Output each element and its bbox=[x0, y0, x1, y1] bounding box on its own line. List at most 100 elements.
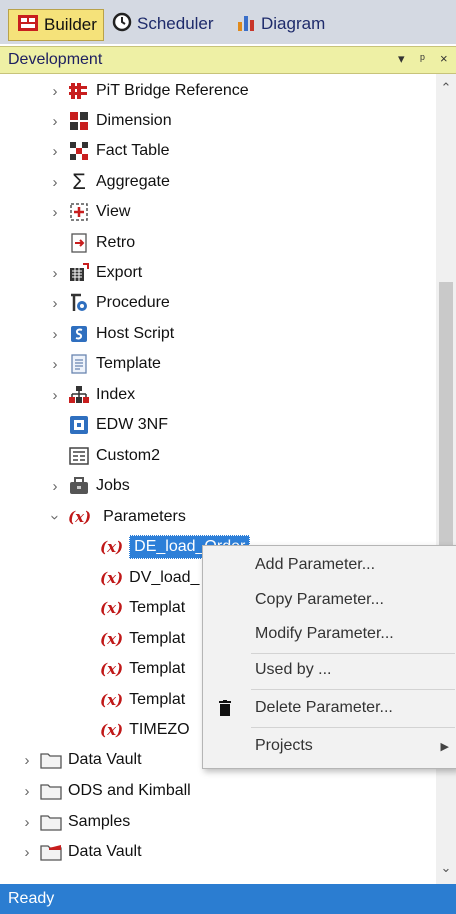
scroll-up-icon[interactable]: ⌃ bbox=[436, 80, 456, 96]
tree-item-pit-bridge[interactable]: › PiT Bridge Reference bbox=[48, 76, 249, 106]
tree-item-label: Index bbox=[96, 386, 136, 403]
status-bar: Ready bbox=[0, 884, 456, 914]
folder-ods-kimball[interactable]: › ODS and Kimball bbox=[20, 776, 191, 806]
expand-arrow-icon[interactable]: › bbox=[48, 265, 62, 282]
pin-icon[interactable]: ᵖ bbox=[420, 51, 425, 66]
tree-item-label: Fact Table bbox=[96, 142, 170, 159]
parameter-item[interactable]: (x) Templat bbox=[100, 624, 185, 654]
tree-item-jobs[interactable]: › Jobs bbox=[48, 471, 130, 501]
parameter-label: Templat bbox=[129, 630, 186, 647]
tree-item-view[interactable]: › View bbox=[48, 197, 130, 227]
menu-separator bbox=[251, 689, 455, 690]
tree-item-edw-3nf[interactable]: EDW 3NF bbox=[62, 410, 168, 440]
menu-projects[interactable]: Projects ▶ bbox=[203, 730, 456, 762]
tree-item-label: Aggregate bbox=[96, 173, 170, 190]
expand-arrow-icon[interactable]: › bbox=[48, 387, 62, 404]
expand-arrow-icon[interactable]: › bbox=[20, 814, 34, 831]
tree-item-label: Dimension bbox=[96, 112, 172, 129]
scroll-down-icon[interactable]: ⌄ bbox=[436, 860, 456, 876]
expand-arrow-icon[interactable]: › bbox=[48, 478, 62, 495]
expand-arrow-icon[interactable]: › bbox=[20, 844, 34, 861]
trash-icon bbox=[219, 700, 231, 721]
parameter-icon: (x) bbox=[100, 538, 124, 556]
expand-arrow-icon[interactable]: › bbox=[48, 83, 62, 100]
folder-data-vault[interactable]: › Data Vault bbox=[20, 745, 142, 775]
parameter-label: Templat bbox=[129, 599, 186, 616]
collapse-arrow-icon[interactable]: › bbox=[47, 510, 64, 524]
menu-item-label: Copy Parameter... bbox=[255, 591, 384, 608]
tree-item-label: View bbox=[96, 203, 131, 220]
parameter-item[interactable]: (x) Templat bbox=[100, 593, 185, 623]
menu-item-label: Delete Parameter... bbox=[255, 699, 393, 716]
tree-item-template[interactable]: › Template bbox=[48, 349, 161, 379]
expand-arrow-icon[interactable]: › bbox=[48, 204, 62, 221]
close-icon[interactable]: × bbox=[440, 51, 448, 66]
tree-item-retro[interactable]: Retro bbox=[62, 228, 135, 258]
tree-item-parameters[interactable]: › (x) Parameters bbox=[47, 502, 186, 532]
panel-header: Development ▾ ᵖ × bbox=[0, 46, 456, 74]
folder-label: Data Vault bbox=[68, 843, 142, 860]
tab-builder[interactable]: Builder bbox=[8, 9, 104, 41]
parameter-item[interactable]: (x) Templat bbox=[100, 654, 185, 684]
menu-used-by[interactable]: Used by ... bbox=[203, 654, 456, 686]
tree-item-index[interactable]: › Index bbox=[48, 380, 135, 410]
tab-diagram[interactable]: Diagram bbox=[236, 9, 325, 39]
folder-data-vault-2[interactable]: › Data Vault bbox=[20, 837, 142, 867]
tree-item-dimension[interactable]: › Dimension bbox=[48, 106, 172, 136]
sigma-icon: Σ bbox=[72, 169, 86, 194]
tree-item-label: Export bbox=[96, 264, 143, 281]
parameter-item[interactable]: (x) TIMEZO bbox=[100, 715, 190, 745]
folder-label: Data Vault bbox=[68, 751, 142, 768]
tree-item-export[interactable]: › Export bbox=[48, 258, 142, 288]
folder-icon bbox=[40, 749, 62, 771]
folder-samples[interactable]: › Samples bbox=[20, 807, 130, 837]
tree-item-aggregate[interactable]: › Σ Aggregate bbox=[48, 167, 170, 197]
builder-icon bbox=[17, 14, 39, 37]
menu-delete-parameter[interactable]: Delete Parameter... bbox=[203, 692, 456, 724]
index-icon bbox=[68, 384, 90, 406]
tree-item-procedure[interactable]: › Procedure bbox=[48, 288, 170, 318]
parameter-label: Templat bbox=[129, 691, 186, 708]
folder-icon bbox=[40, 780, 62, 802]
parameter-label: DV_load_ bbox=[129, 569, 200, 586]
menu-item-label: Add Parameter... bbox=[255, 556, 376, 573]
tab-scheduler[interactable]: Scheduler bbox=[112, 9, 214, 39]
expand-arrow-icon[interactable]: › bbox=[48, 174, 62, 191]
parameter-item[interactable]: (x) DV_load_ bbox=[100, 563, 199, 593]
menu-copy-parameter[interactable]: Copy Parameter... bbox=[203, 584, 456, 616]
tree-item-host-script[interactable]: › Host Script bbox=[48, 319, 175, 349]
menu-item-label: Used by ... bbox=[255, 661, 332, 678]
folder-red-icon bbox=[40, 841, 62, 863]
tab-label: Diagram bbox=[261, 14, 326, 33]
jobs-icon bbox=[68, 475, 90, 497]
tree-item-fact-table[interactable]: › Fact Table bbox=[48, 136, 170, 166]
expand-arrow-icon[interactable]: › bbox=[48, 356, 62, 373]
tab-label: Scheduler bbox=[137, 14, 214, 33]
expand-arrow-icon[interactable]: › bbox=[20, 752, 34, 769]
parameter-icon: (x) bbox=[100, 691, 124, 709]
expand-arrow-icon[interactable]: › bbox=[48, 326, 62, 343]
folder-label: Samples bbox=[68, 813, 131, 830]
dropdown-icon[interactable]: ▾ bbox=[398, 51, 405, 67]
menu-add-parameter[interactable]: Add Parameter... bbox=[203, 549, 456, 581]
clock-icon bbox=[112, 12, 132, 37]
menu-modify-parameter[interactable]: Modify Parameter... bbox=[203, 618, 456, 650]
expand-arrow-icon[interactable]: › bbox=[20, 783, 34, 800]
tree-item-custom2[interactable]: Custom2 bbox=[62, 441, 160, 471]
folder-label: ODS and Kimball bbox=[68, 782, 191, 799]
panel-title: Development bbox=[8, 51, 103, 68]
submenu-arrow-icon: ▶ bbox=[440, 740, 449, 753]
context-menu: Add Parameter... Copy Parameter... Modif… bbox=[202, 545, 456, 769]
fact-table-icon bbox=[68, 140, 90, 162]
template-icon bbox=[68, 353, 90, 375]
custom-icon bbox=[68, 445, 90, 467]
parameter-item[interactable]: (x) Templat bbox=[100, 685, 185, 715]
expand-arrow-icon[interactable]: › bbox=[48, 143, 62, 160]
bar-chart-icon bbox=[236, 12, 256, 37]
tree-item-label: PiT Bridge Reference bbox=[96, 82, 249, 99]
parameter-label: Templat bbox=[129, 660, 186, 677]
expand-arrow-icon[interactable]: › bbox=[48, 113, 62, 130]
expand-arrow-icon[interactable]: › bbox=[48, 295, 62, 312]
parameter-icon: (x) bbox=[100, 569, 124, 587]
parameter-label: TIMEZO bbox=[129, 721, 190, 738]
